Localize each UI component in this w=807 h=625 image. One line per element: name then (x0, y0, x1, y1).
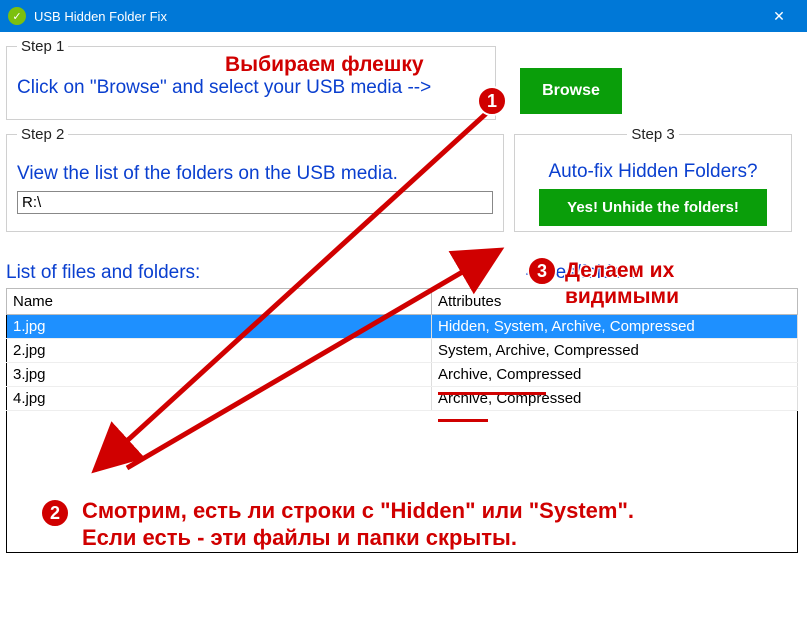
step1-group: Step 1 Click on "Browse" and select your… (6, 38, 496, 120)
table-row[interactable]: 2.jpg System, Archive, Compressed (7, 339, 798, 363)
table-row[interactable]: 3.jpg Archive, Compressed (7, 363, 798, 387)
cell-name: 3.jpg (7, 363, 432, 387)
step2-instruction: View the list of the folders on the USB … (17, 163, 493, 185)
cell-attributes: System, Archive, Compressed (432, 339, 798, 363)
cell-name: 1.jpg (7, 315, 432, 339)
table-row[interactable]: 4.jpg Archive, Compressed (7, 387, 798, 411)
unhide-button[interactable]: Yes! Unhide the folders! (539, 189, 767, 226)
app-icon: ✓ (8, 7, 26, 25)
step3-group: Step 3 Auto-fix Hidden Folders? Yes! Unh… (514, 126, 792, 232)
step1-legend: Step 1 (17, 38, 68, 55)
close-icon[interactable]: ✕ (759, 0, 799, 32)
browse-area: Browse (506, 38, 636, 120)
list-label: List of files and folders: (6, 262, 526, 284)
browse-button[interactable]: Browse (520, 68, 622, 114)
window-title: USB Hidden Folder Fix (34, 9, 759, 24)
path-input[interactable] (17, 191, 493, 214)
files-table: Name Attributes 1.jpg Hidden, System, Ar… (6, 288, 798, 411)
cell-attributes: Archive, Compressed (432, 387, 798, 411)
step2-legend: Step 2 (17, 126, 68, 143)
table-row[interactable]: 1.jpg Hidden, System, Archive, Compresse… (7, 315, 798, 339)
cell-attributes: Archive, Compressed (432, 363, 798, 387)
step1-instruction: Click on "Browse" and select your USB me… (17, 77, 485, 99)
cell-name: 4.jpg (7, 387, 432, 411)
step3-legend: Step 3 (627, 126, 678, 143)
titlebar: ✓ USB Hidden Folder Fix ✕ (0, 0, 807, 32)
step2-group: Step 2 View the list of the folders on t… (6, 126, 504, 232)
cell-attributes: Hidden, System, Archive, Compressed (432, 315, 798, 339)
file-count-label: 4 files/folders (526, 262, 638, 284)
cell-name: 2.jpg (7, 339, 432, 363)
table-empty-area (6, 411, 798, 553)
step3-question: Auto-fix Hidden Folders? (525, 161, 781, 183)
col-attributes[interactable]: Attributes (432, 289, 798, 315)
col-name[interactable]: Name (7, 289, 432, 315)
